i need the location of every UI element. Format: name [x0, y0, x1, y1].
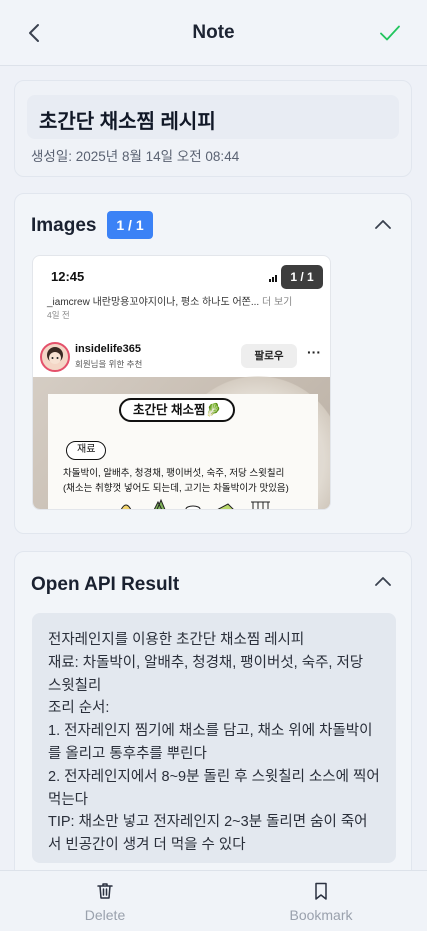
recipe-title-pill: 초간단 채소찜🥬 [119, 398, 236, 422]
check-icon[interactable] [377, 20, 403, 46]
api-result-title: Open API Result [31, 574, 180, 595]
top-app-bar: Note [0, 0, 427, 66]
ingredients-line-2: (채소는 취향껏 넣어도 되는데, 고기는 차돌박이가 맛있음) [63, 483, 289, 494]
username: insidelife365 [75, 343, 142, 355]
result-line: TIP: 채소만 넣고 전자레인지 2~3분 돌리면 숨이 죽어서 빈공간이 생… [48, 814, 368, 854]
created-date: 생성일: 2025년 8월 14일 오전 08:44 [31, 149, 240, 164]
follow-button: 팔로우 [241, 344, 297, 368]
note-title: 초간단 채소찜 레시피 [39, 111, 216, 133]
bookmark-button[interactable]: Bookmark [261, 877, 381, 929]
vegetable-doodles-icon [120, 498, 270, 509]
ingredients-line-1: 차돌박이, 알배추, 청경채, 팽이버섯, 숙주, 저당 스윗칠리 [63, 468, 285, 479]
trash-icon [97, 883, 113, 899]
result-line: 조리 순서: [48, 700, 110, 717]
result-line: 1. 전자레인지 찜기에 채소를 담고, 채소 위에 차돌박이를 올리고 통후추… [48, 723, 373, 762]
caption-time: 4일 전 [47, 310, 70, 320]
bookmark-label: Bookmark [289, 907, 353, 923]
ellipsis-icon: ··· [307, 344, 321, 360]
image-count-badge: 1 / 1 [107, 211, 153, 239]
page-title: Note [192, 22, 235, 43]
result-line: 2. 전자레인지에서 8~9분 돌린 후 스윗칠리 소스에 찍어 먹는다 [48, 768, 380, 808]
bookmark-icon [315, 882, 327, 900]
result-line: 전자레인지를 이용한 초간단 채소찜 레시피 [48, 632, 305, 648]
image-counter: 1 / 1 [281, 265, 323, 289]
chevron-up-icon[interactable] [373, 215, 393, 235]
status-bar-time: 12:45 [51, 269, 85, 284]
delete-button[interactable]: Delete [45, 877, 165, 929]
images-section: Images 1 / 1 12:45 1 / 1 _iamcrew 내란망용꼬야… [14, 193, 412, 534]
user-subtitle: 회원님을 위한 추천 [75, 359, 143, 369]
avatar [40, 342, 70, 372]
api-result-text: 전자레인지를 이용한 초간단 채소찜 레시피 재료: 차돌박이, 알배추, 청경… [32, 613, 396, 863]
caption-preview: _iamcrew 내란망용꼬야지이나, 평소 하나도 어쫀... 더 보기 [47, 297, 293, 308]
images-section-title: Images [31, 215, 97, 236]
result-line: 재료: 차돌박이, 알배추, 청경채, 팽이버섯, 숙주, 저당 스윗칠리 [48, 654, 364, 694]
note-title-field[interactable]: 초간단 채소찜 레시피 [27, 95, 399, 139]
api-result-section: Open API Result 전자레인지를 이용한 초간단 채소찜 레시피 재… [14, 551, 412, 881]
ingredients-label: 재료 [66, 441, 107, 460]
image-thumbnail[interactable]: 12:45 1 / 1 _iamcrew 내란망용꼬야지이나, 평소 하나도 어… [32, 255, 331, 510]
delete-label: Delete [84, 907, 126, 923]
bottom-action-bar: Delete Bookmark [0, 870, 427, 931]
chevron-up-icon[interactable] [373, 572, 393, 592]
note-title-card: 초간단 채소찜 레시피 생성일: 2025년 8월 14일 오전 08:44 [14, 80, 412, 177]
